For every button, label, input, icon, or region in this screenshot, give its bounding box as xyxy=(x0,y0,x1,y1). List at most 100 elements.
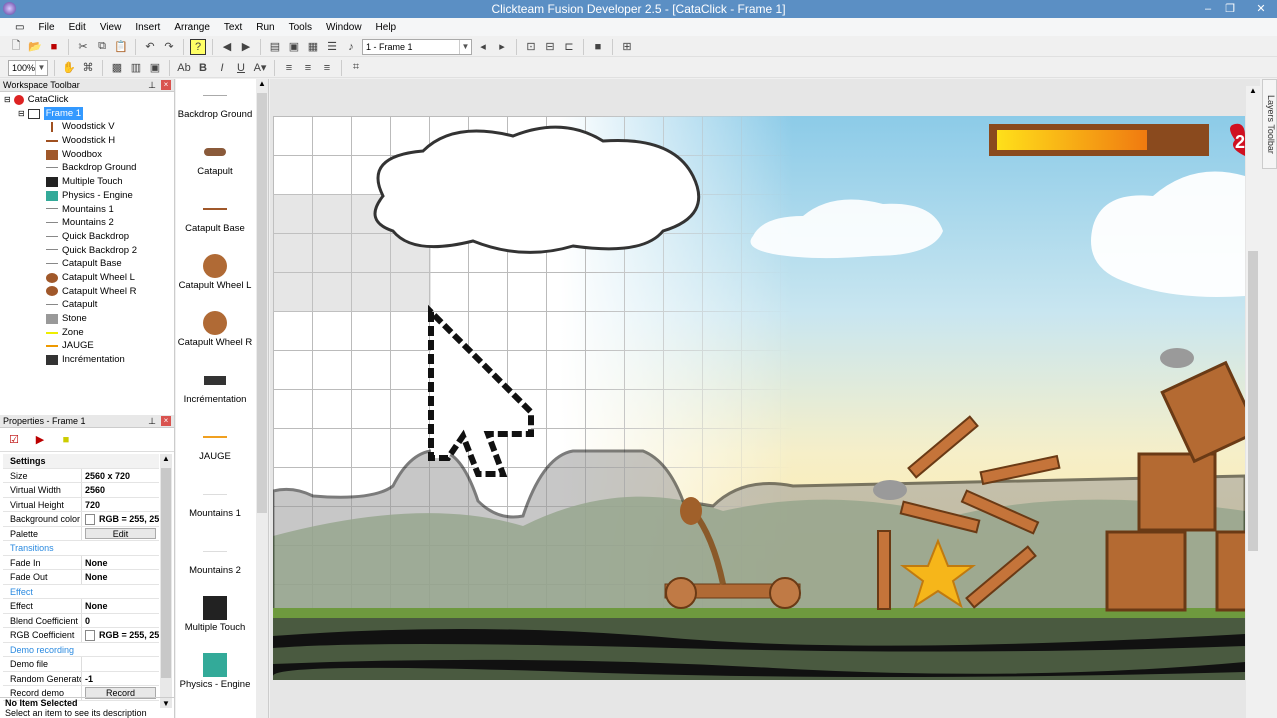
prop-row[interactable]: Size 2560 x 720 xyxy=(3,468,159,483)
font-icon[interactable]: Ab xyxy=(176,60,192,76)
event-editor-icon[interactable]: ▦ xyxy=(305,39,321,55)
tree-object[interactable]: Woodstick H xyxy=(0,134,174,148)
grid-icon[interactable]: ⌘ xyxy=(80,60,96,76)
back-icon[interactable]: ◀ xyxy=(219,39,235,55)
underline-button[interactable]: U xyxy=(233,60,249,76)
prop-row[interactable]: Effect None xyxy=(3,599,159,614)
menu-arrange[interactable]: Arrange xyxy=(167,22,217,33)
settings-tab-icon[interactable]: ☑ xyxy=(6,432,22,448)
tree-object[interactable]: Catapult xyxy=(0,298,174,312)
save-icon[interactable]: ■ xyxy=(46,39,62,55)
tree-object[interactable]: Catapult Wheel L xyxy=(0,271,174,285)
prop-row[interactable]: Virtual Height 720 xyxy=(3,497,159,512)
data-elements-icon[interactable]: ♪ xyxy=(343,39,359,55)
frame-editor-icon[interactable]: ▣ xyxy=(286,39,302,55)
object-list-item[interactable]: JAUGE xyxy=(176,423,254,462)
tree-object[interactable]: Woodstick V xyxy=(0,120,174,134)
prop-button[interactable]: Edit xyxy=(85,527,156,539)
object-list-item[interactable]: Catapult Base xyxy=(176,195,254,234)
object-list-item[interactable]: Mountains 1 xyxy=(176,480,254,519)
prop-value[interactable]: None xyxy=(82,570,159,584)
tree-object[interactable]: Physics - Engine xyxy=(0,189,174,203)
tree-object[interactable]: Catapult Wheel R xyxy=(0,285,174,299)
menu-file[interactable]: File xyxy=(31,22,61,33)
prev-frame-icon[interactable]: ◂ xyxy=(475,39,491,55)
align-left-icon[interactable]: ≡ xyxy=(281,60,297,76)
color-swatch[interactable] xyxy=(85,630,95,642)
prop-category[interactable]: Demo recording xyxy=(3,643,159,657)
object-list-item[interactable]: Incrémentation xyxy=(176,366,254,405)
tree-app[interactable]: ⊟ CataClick xyxy=(0,93,174,107)
run-project-icon[interactable]: ⊏ xyxy=(561,39,577,55)
close-icon[interactable]: × xyxy=(161,416,171,426)
object-list-scrollbar[interactable]: ▲ xyxy=(256,79,268,718)
tree-object[interactable]: Incrémentation xyxy=(0,353,174,367)
minimize-button[interactable]: – xyxy=(1198,0,1218,18)
show-grid-icon[interactable]: ▩ xyxy=(109,60,125,76)
object-list-item[interactable]: Physics - Engine xyxy=(176,651,254,690)
tree-object[interactable]: Woodbox xyxy=(0,148,174,162)
align-right-icon[interactable]: ≡ xyxy=(319,60,335,76)
tree-object[interactable]: Quick Backdrop xyxy=(0,230,174,244)
run-application-icon[interactable]: ⊡ xyxy=(523,39,539,55)
pin-icon[interactable]: ⊥ xyxy=(148,415,156,428)
object-list-item[interactable]: Mountains 2 xyxy=(176,537,254,576)
tree-object[interactable]: Zone xyxy=(0,326,174,340)
open-icon[interactable]: 📂 xyxy=(27,39,43,55)
menu-tools[interactable]: Tools xyxy=(282,22,319,33)
menu-insert[interactable]: Insert xyxy=(128,22,167,33)
prop-value[interactable]: -1 xyxy=(82,672,159,686)
new-icon[interactable]: 🗋 xyxy=(8,39,24,55)
object-list-item[interactable]: Multiple Touch xyxy=(176,594,254,633)
color-swatch[interactable] xyxy=(85,514,95,526)
storyboard-icon[interactable]: ▤ xyxy=(267,39,283,55)
redo-icon[interactable]: ↷ xyxy=(161,39,177,55)
menu-edit[interactable]: Edit xyxy=(62,22,93,33)
tree-object[interactable]: Quick Backdrop 2 xyxy=(0,244,174,258)
snap-icon[interactable]: ▥ xyxy=(128,60,144,76)
prop-value[interactable]: 2560 x 720 xyxy=(82,469,159,483)
prop-row[interactable]: Random Generator -1 xyxy=(3,671,159,686)
menu-view[interactable]: View xyxy=(93,22,129,33)
event-list-icon[interactable]: ☰ xyxy=(324,39,340,55)
prop-row[interactable]: Palette Edit xyxy=(3,526,159,541)
prop-row[interactable]: RGB CoefficientRGB = 255, 255, xyxy=(3,628,159,643)
prop-value[interactable]: 2560 xyxy=(82,483,159,497)
cut-icon[interactable]: ✂ xyxy=(75,39,91,55)
align-center-icon[interactable]: ≡ xyxy=(300,60,316,76)
build-icon[interactable]: ⊞ xyxy=(619,39,635,55)
app-icon[interactable] xyxy=(3,2,16,15)
menu-text[interactable]: Text xyxy=(217,22,249,33)
prop-row[interactable]: Background colorRGB = 255, 255, xyxy=(3,512,159,527)
frame-select[interactable]: 1 - Frame 1 ▼ xyxy=(362,38,472,55)
pin-icon[interactable]: ⊥ xyxy=(148,79,156,92)
frame-canvas[interactable]: 2 xyxy=(273,116,1245,680)
object-list-item[interactable]: Catapult xyxy=(176,138,254,177)
fit-icon[interactable]: ⌗ xyxy=(348,60,364,76)
menu-run[interactable]: Run xyxy=(249,22,281,33)
prop-value[interactable]: None xyxy=(82,556,159,570)
restore-button[interactable]: ❐ xyxy=(1220,0,1240,18)
prop-row[interactable]: Fade In None xyxy=(3,555,159,570)
prop-category[interactable]: Transitions xyxy=(3,541,159,556)
editor-vscrollbar[interactable]: ▲ xyxy=(1246,86,1260,718)
layers-toolbar-tab[interactable]: Layers Toolbar xyxy=(1262,79,1277,169)
prop-value[interactable] xyxy=(82,657,159,671)
menu-help[interactable]: Help xyxy=(369,22,404,33)
tree-object[interactable]: JAUGE xyxy=(0,339,174,353)
italic-button[interactable]: I xyxy=(214,60,230,76)
prop-value[interactable]: 720 xyxy=(82,498,159,512)
tree-frame[interactable]: ⊟ Frame 1 xyxy=(0,106,174,121)
menu-window[interactable]: Window xyxy=(319,22,369,33)
prop-row[interactable]: Blend Coefficient 0 xyxy=(3,613,159,628)
next-frame-icon[interactable]: ▸ xyxy=(494,39,510,55)
run-frame-icon[interactable]: ⊟ xyxy=(542,39,558,55)
prop-category[interactable]: Effect xyxy=(3,585,159,599)
hand-icon[interactable]: ✋ xyxy=(61,60,77,76)
prop-value[interactable]: None xyxy=(82,599,159,613)
prop-row[interactable]: Virtual Width 2560 xyxy=(3,483,159,498)
tree-object[interactable]: Multiple Touch xyxy=(0,175,174,189)
tree-object[interactable]: Mountains 1 xyxy=(0,203,174,217)
prop-value[interactable]: 0 xyxy=(82,614,159,628)
bold-button[interactable]: B xyxy=(195,60,211,76)
